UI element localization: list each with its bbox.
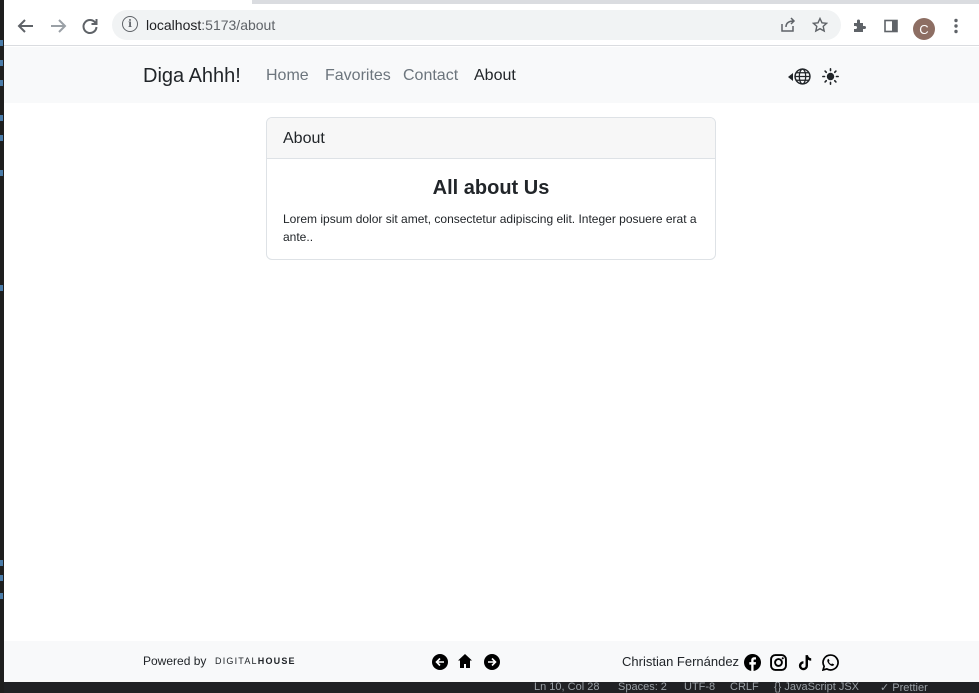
bookmark-star-icon[interactable] (811, 16, 829, 34)
site-info-icon[interactable]: i (122, 16, 138, 32)
arrow-right-icon (51, 19, 67, 33)
arrow-left-circle-icon (435, 657, 444, 667)
home-icon (458, 654, 472, 668)
logo-light-text: DIGITAL (215, 656, 258, 666)
star-glyph (812, 17, 828, 33)
instagram-glyph (770, 654, 787, 671)
whatsapp-icon[interactable] (821, 654, 839, 672)
url-text[interactable]: localhost:5173/about (146, 17, 275, 33)
nav-favorites[interactable]: Favorites (325, 67, 391, 85)
share-glyph (781, 17, 796, 32)
status-language[interactable]: {} JavaScript JSX (774, 682, 859, 693)
next-button[interactable] (484, 654, 500, 670)
digitalhouse-logo: DIGITALHOUSE (215, 656, 296, 666)
side-panel-button[interactable] (877, 12, 905, 40)
back-button[interactable] (12, 12, 40, 40)
extensions-button[interactable] (845, 12, 873, 40)
author-name: Christian Fernández (622, 654, 740, 669)
browser-toolbar: i localhost:5173/about C (4, 4, 979, 46)
language-selector[interactable] (788, 68, 811, 85)
url-path: :5173/about (201, 17, 276, 33)
nav-about[interactable]: About (474, 67, 516, 85)
whatsapp-glyph (821, 654, 839, 672)
url-host: localhost (146, 17, 202, 33)
address-bar[interactable]: i localhost:5173/about (112, 10, 841, 40)
nav-home[interactable]: Home (266, 67, 309, 85)
card-header: About (267, 118, 715, 159)
tiktok-glyph (798, 655, 812, 671)
app-footer: Powered by DIGITALHOUSE Christian Fernán… (4, 641, 979, 682)
facebook-icon[interactable] (744, 654, 761, 671)
menu-button[interactable] (942, 12, 970, 40)
status-cursor[interactable]: Ln 10, Col 28 (534, 682, 599, 693)
facebook-glyph (744, 654, 761, 671)
instagram-icon[interactable] (770, 654, 787, 671)
editor-statusbar: Ln 10, Col 28 Spaces: 2 UTF-8 CRLF {} Ja… (4, 682, 979, 693)
globe-icon (794, 68, 811, 85)
logo-bold-text: HOUSE (257, 656, 296, 666)
theme-toggle[interactable] (822, 68, 839, 85)
status-eol[interactable]: CRLF (730, 682, 759, 693)
sun-icon (822, 68, 839, 85)
profile-avatar[interactable]: C (913, 18, 935, 40)
puzzle-icon (854, 19, 866, 32)
kebab-menu-icon (954, 18, 958, 34)
reload-button[interactable] (76, 12, 104, 40)
status-encoding[interactable]: UTF-8 (684, 682, 715, 693)
card-text: Lorem ipsum dolor sit amet, consectetur … (283, 212, 697, 244)
reload-icon (82, 19, 98, 34)
nav-contact[interactable]: Contact (403, 67, 458, 85)
status-spaces[interactable]: Spaces: 2 (618, 682, 667, 693)
status-prettier[interactable]: ✓ Prettier (880, 682, 928, 693)
caret-left-icon (788, 72, 793, 81)
side-panel-icon (884, 19, 898, 33)
browser-window: i localhost:5173/about C Diga Ahhh! Home… (4, 0, 979, 693)
about-card: About All about Us Lorem ipsum dolor sit… (266, 117, 716, 260)
powered-by-label: Powered by (143, 654, 207, 668)
app-navbar: Diga Ahhh! Home Favorites Contact About (4, 47, 979, 103)
card-title: All about Us (432, 177, 550, 199)
arrow-right-circle-icon (488, 657, 497, 667)
prev-button[interactable] (432, 654, 448, 670)
forward-button[interactable] (44, 12, 72, 40)
brand-logo[interactable]: Diga Ahhh! (143, 65, 241, 88)
tiktok-icon[interactable] (796, 654, 813, 671)
share-icon[interactable] (779, 16, 797, 34)
arrow-left-icon (17, 19, 33, 33)
home-button[interactable] (457, 653, 473, 669)
